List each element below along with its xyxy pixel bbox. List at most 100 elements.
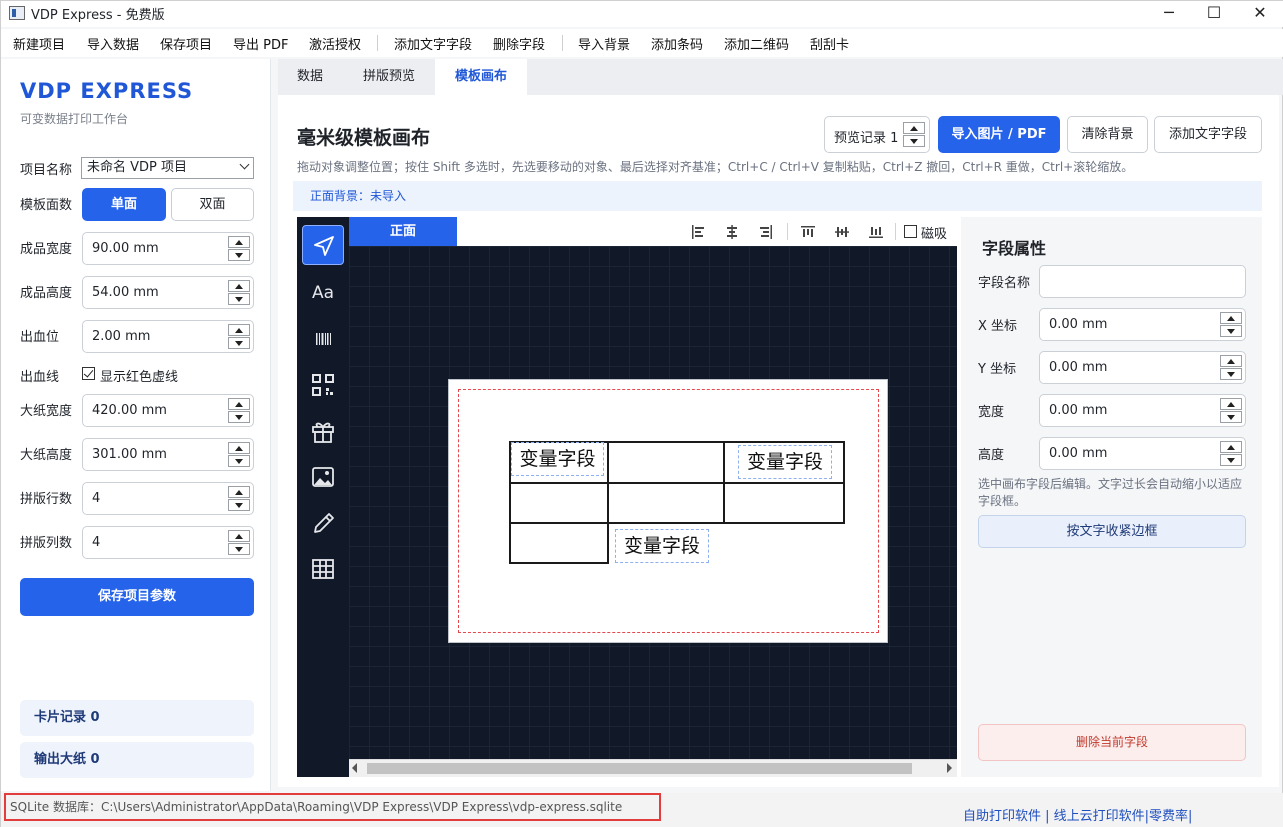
menu-delete-field[interactable]: 删除字段	[493, 34, 545, 53]
height-stepper[interactable]: 0.00 mm	[1039, 437, 1246, 470]
bleed-stepper[interactable]: 2.00 mm	[82, 320, 254, 353]
single-side-button[interactable]: 单面	[82, 188, 166, 221]
stepper-up-icon[interactable]	[1220, 441, 1242, 453]
import-image-pdf-button[interactable]: 导入图片 / PDF	[938, 116, 1060, 153]
stepper-up-icon[interactable]	[228, 398, 250, 410]
close-button[interactable]: ✕	[1237, 1, 1283, 27]
table-cell[interactable]	[509, 522, 609, 564]
properties-note: 选中画布字段后编辑。文字过长会自动缩小以适应字段框。	[978, 477, 1243, 508]
stepper-down-icon[interactable]	[228, 543, 250, 555]
stepper-down-icon[interactable]	[903, 135, 925, 147]
stepper-down-icon[interactable]	[1220, 325, 1242, 337]
show-bleed-checkbox[interactable]	[82, 367, 95, 380]
minimize-button[interactable]: ─	[1146, 1, 1192, 27]
tab-data[interactable]: 数据	[278, 59, 342, 95]
bleed-label: 出血位	[20, 330, 60, 345]
scroll-left-icon[interactable]	[352, 763, 357, 773]
stepper-up-icon[interactable]	[228, 486, 250, 498]
clear-background-button[interactable]: 清除背景	[1067, 116, 1148, 153]
stepper-up-icon[interactable]	[228, 236, 250, 248]
shrink-to-text-button[interactable]: 按文字收紧边框	[978, 515, 1246, 548]
align-bottom-icon[interactable]	[868, 224, 884, 240]
stepper-down-icon[interactable]	[1220, 368, 1242, 380]
menu-export-pdf[interactable]: 导出 PDF	[233, 34, 288, 53]
front-face-tab[interactable]: 正面	[349, 217, 457, 246]
template-card[interactable]: 变量字段 变量字段 变量字段	[448, 379, 888, 643]
align-top-icon[interactable]	[800, 224, 816, 240]
barcode-tool[interactable]	[302, 319, 344, 359]
stepper-down-icon[interactable]	[228, 411, 250, 423]
project-name-select[interactable]: 未命名 VDP 项目	[81, 157, 254, 179]
stepper-up-icon[interactable]	[228, 280, 250, 292]
x-coord-stepper[interactable]: 0.00 mm	[1039, 308, 1246, 341]
variable-field[interactable]: 变量字段	[615, 529, 709, 563]
y-coord-stepper[interactable]: 0.00 mm	[1039, 351, 1246, 384]
stepper-up-icon[interactable]	[228, 442, 250, 454]
imposition-cols-stepper[interactable]: 4	[82, 526, 254, 559]
stepper-up-icon[interactable]	[228, 530, 250, 542]
stepper-down-icon[interactable]	[1220, 411, 1242, 423]
table-tool[interactable]	[302, 549, 344, 589]
menu-import-data[interactable]: 导入数据	[87, 34, 139, 53]
maximize-button[interactable]: ☐	[1191, 1, 1237, 27]
menu-add-qrcode[interactable]: 添加二维码	[724, 34, 789, 53]
finished-height-stepper[interactable]: 54.00 mm	[82, 276, 254, 309]
add-text-field-button[interactable]: 添加文字字段	[1154, 116, 1262, 153]
sheet-height-stepper[interactable]: 301.00 mm	[82, 438, 254, 471]
scratch-card-tool[interactable]	[302, 411, 344, 451]
stepper-up-icon[interactable]	[903, 122, 925, 134]
sheet-width-stepper[interactable]: 420.00 mm	[82, 394, 254, 427]
imposition-rows-stepper[interactable]: 4	[82, 482, 254, 515]
finished-width-stepper[interactable]: 90.00 mm	[82, 232, 254, 265]
horizontal-scrollbar[interactable]	[349, 759, 957, 777]
snap-checkbox[interactable]	[904, 225, 917, 238]
align-middle-icon[interactable]	[834, 224, 850, 240]
double-side-button[interactable]: 双面	[171, 188, 254, 221]
gift-icon	[312, 422, 334, 443]
menu-import-background[interactable]: 导入背景	[578, 34, 630, 53]
text-tool[interactable]: Aa	[302, 273, 344, 313]
qrcode-tool[interactable]	[302, 365, 344, 405]
scrollbar-thumb[interactable]	[367, 763, 912, 774]
scroll-right-icon[interactable]	[947, 763, 952, 773]
variable-field[interactable]: 变量字段	[511, 442, 604, 476]
stepper-down-icon[interactable]	[228, 337, 250, 349]
save-params-button[interactable]: 保存项目参数	[20, 578, 254, 616]
table-cell[interactable]	[509, 482, 609, 524]
draw-tool[interactable]	[302, 503, 344, 543]
preview-record-stepper[interactable]: 预览记录 1	[824, 116, 930, 153]
align-left-icon[interactable]	[690, 224, 706, 240]
table-cell[interactable]	[723, 482, 845, 524]
stepper-down-icon[interactable]	[228, 249, 250, 261]
status-links[interactable]: 自助打印软件 | 线上云打印软件|零费率|	[963, 805, 1192, 824]
menu-add-barcode[interactable]: 添加条码	[651, 34, 703, 53]
main-panel: 毫米级模板画布 预览记录 1 导入图片 / PDF 清除背景 添加文字字段 拖动…	[278, 95, 1279, 787]
menu-save-project[interactable]: 保存项目	[160, 34, 212, 53]
delete-field-button[interactable]: 删除当前字段	[978, 724, 1246, 761]
stepper-up-icon[interactable]	[228, 324, 250, 336]
tab-imposition-preview[interactable]: 拼版预览	[348, 59, 430, 95]
menu-new-project[interactable]: 新建项目	[13, 34, 65, 53]
menu-scratch-card[interactable]: 刮刮卡	[810, 34, 849, 53]
width-stepper[interactable]: 0.00 mm	[1039, 394, 1246, 427]
stepper-down-icon[interactable]	[228, 455, 250, 467]
tab-template-canvas[interactable]: 模板画布	[435, 59, 527, 95]
table-cell[interactable]	[607, 482, 725, 524]
table-cell[interactable]	[607, 441, 725, 484]
stepper-up-icon[interactable]	[1220, 312, 1242, 324]
stepper-down-icon[interactable]	[228, 293, 250, 305]
variable-field[interactable]: 变量字段	[738, 445, 832, 479]
canvas-grid[interactable]: 变量字段 变量字段 变量字段	[349, 246, 957, 759]
select-tool[interactable]	[302, 225, 344, 265]
sheet-height-value: 301.00 mm	[92, 447, 167, 462]
align-center-icon[interactable]	[724, 224, 740, 240]
stepper-down-icon[interactable]	[228, 499, 250, 511]
menu-add-text-field[interactable]: 添加文字字段	[394, 34, 472, 53]
stepper-up-icon[interactable]	[1220, 398, 1242, 410]
stepper-down-icon[interactable]	[1220, 454, 1242, 466]
align-right-icon[interactable]	[758, 224, 774, 240]
stepper-up-icon[interactable]	[1220, 355, 1242, 367]
menu-activate[interactable]: 激活授权	[309, 34, 361, 53]
image-tool[interactable]	[302, 457, 344, 497]
field-name-input[interactable]	[1039, 265, 1246, 298]
